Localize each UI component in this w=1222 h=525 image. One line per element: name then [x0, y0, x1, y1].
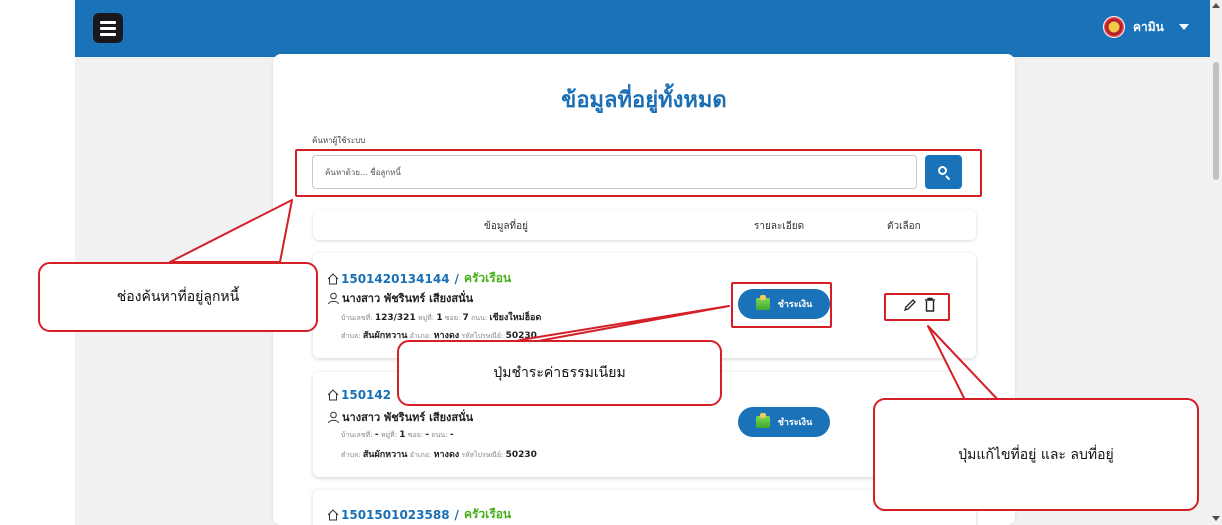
search-annotation: ช่องค้นหาที่อยู่ลูกหนี้ — [38, 262, 318, 332]
app-window: คามิน ข้อมูลที่อยู่ทั้งหมด ค้นหาผู้ใช้ระ… — [0, 0, 1222, 525]
edit-delete-annotation: ปุ่มแก้ไขที่อยู่ และ ลบที่อยู่ — [873, 398, 1199, 511]
pay-annotation: ปุ่มชำระค่าธรรมเนียม — [397, 340, 722, 406]
